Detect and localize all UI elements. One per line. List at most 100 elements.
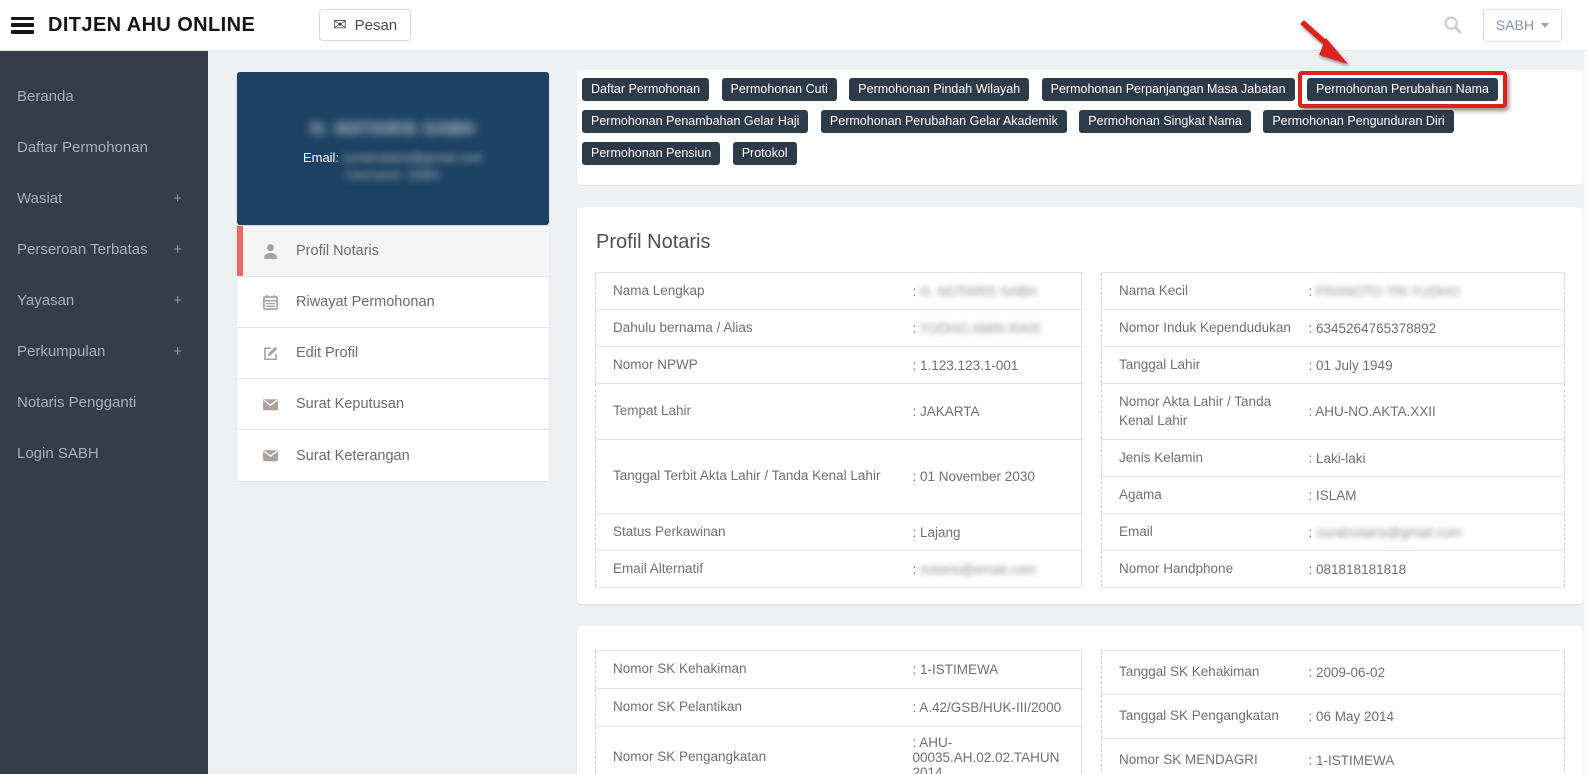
table-row: Email Alternatif notaris@email.com — [595, 550, 1082, 588]
table-row: Dahulu bernama / Alias YUDHO AMIN RAIS — [595, 309, 1082, 347]
caret-down-icon — [1541, 22, 1549, 28]
envelope-icon: ✉ — [333, 17, 347, 34]
table-row: Status Perkawinan Lajang — [595, 513, 1082, 551]
tab-badge[interactable]: Permohonan Singkat Nama — [1079, 110, 1251, 133]
table-row: Nomor SK MENDAGRI 1-ISTIMEWA — [1101, 738, 1565, 774]
table-row: Tempat Lahir JAKARTA — [595, 383, 1082, 440]
sidebar-item-label: Wasiat — [17, 190, 63, 207]
table-row: Nomor Akta Lahir / Tanda Kenal Lahir AHU… — [1101, 383, 1565, 440]
tab-badge[interactable]: Permohonan Cuti — [721, 78, 837, 101]
envelope-icon — [263, 398, 278, 410]
sidebar-item[interactable]: Beranda — [0, 71, 208, 122]
top-header: DITJEN AHU ONLINE ✉ Pesan SABH — [0, 0, 1588, 51]
table-row: Jenis Kelamin Laki-laki — [1101, 439, 1565, 477]
search-icon[interactable] — [1443, 15, 1463, 35]
tab-badge-wrap: Permohonan Perubahan Nama — [1297, 71, 1508, 108]
hamburger-icon[interactable] — [11, 16, 34, 34]
field-label: Nomor SK Pengangkatan — [595, 726, 913, 774]
tab-badge[interactable]: Permohonan Perubahan Nama — [1306, 78, 1499, 101]
profile-menu: Profil Notaris Riwayat Permohonan Edit P… — [237, 226, 549, 481]
sidebar-item-label: Daftar Permohonan — [17, 139, 148, 156]
field-value: 6345264765378892 — [1308, 309, 1565, 347]
profile-menu-item[interactable]: Surat Keterangan — [237, 430, 549, 481]
table-row: Agama ISLAM — [1101, 476, 1565, 514]
user-dropdown-button[interactable]: SABH — [1482, 8, 1562, 42]
tab-badge-wrap: Permohonan Cuti — [721, 78, 837, 101]
table-row: Nama Lengkap H. NOTARIS SABH — [595, 272, 1082, 310]
tab-badge-wrap: Permohonan Pensiun — [582, 142, 721, 165]
tab-badge[interactable]: Permohonan Pindah Wilayah — [849, 78, 1030, 101]
field-label: Email — [1101, 513, 1309, 551]
field-value: 01 November 2030 — [913, 440, 1082, 514]
tab-badge-wrap: Daftar Permohonan — [582, 78, 710, 101]
table-row: Email suratnotaris@gmail.com — [1101, 513, 1565, 551]
table-row: Nama Kecil PRANOTO TRI YUDHO — [1101, 272, 1565, 310]
profile-menu-label: Surat Keterangan — [296, 447, 410, 464]
menu-item-icon — [262, 243, 279, 260]
profile-menu-item[interactable]: Profil Notaris — [237, 226, 549, 277]
tab-badge-wrap: Permohonan Pindah Wilayah — [849, 78, 1030, 101]
scrollbar[interactable] — [1583, 51, 1588, 774]
field-label: Nomor NPWP — [595, 346, 913, 384]
right-column: Daftar Permohonan Permohonan Cuti Permoh… — [577, 70, 1583, 774]
field-label: Nomor Induk Kependudukan — [1101, 309, 1309, 347]
tab-row-3: Permohonan Pensiun Protokol — [582, 138, 1578, 170]
tab-row-2: Permohonan Penambahan Gelar Haji Permoho… — [582, 106, 1578, 138]
sidebar-item[interactable]: Daftar Permohonan — [0, 122, 208, 173]
field-label: Nomor SK Kehakiman — [595, 650, 913, 689]
field-label: Tanggal Terbit Akta Lahir / Tanda Kenal … — [595, 439, 913, 514]
profile-menu-label: Profil Notaris — [296, 243, 379, 259]
field-label: Nomor SK MENDAGRI — [1101, 738, 1309, 774]
pesan-button[interactable]: ✉ Pesan — [319, 9, 412, 41]
tab-badge[interactable]: Permohonan Pensiun — [582, 142, 721, 165]
profil-notaris-panel: Profil Notaris Nama Lengkap H. NOTARIS S… — [577, 207, 1583, 604]
sidebar-nav: Beranda Daftar Permohonan Wasiat + Perse… — [0, 51, 208, 774]
notary-name-blurred: H. NOTARIS SABH — [310, 119, 476, 138]
field-label: Nama Lengkap — [595, 272, 913, 310]
left-column: H. NOTARIS SABH Email: suratnotaris@gmai… — [237, 70, 549, 774]
profile-menu-item[interactable]: Edit Profil — [237, 328, 549, 379]
field-value: 081818181818 — [1308, 550, 1565, 588]
field-value: 2009-06-02 — [1308, 650, 1565, 695]
tab-badge[interactable]: Permohonan Perpanjangan Masa Jabatan — [1041, 78, 1295, 101]
pesan-label: Pesan — [354, 16, 398, 34]
tab-badge[interactable]: Permohonan Pengunduran Diri — [1263, 110, 1454, 133]
plus-expand-icon: + — [173, 343, 182, 360]
tab-badge[interactable]: Permohonan Perubahan Gelar Akademik — [820, 110, 1067, 133]
sidebar-item[interactable]: Perkumpulan + — [0, 326, 208, 377]
menu-item-icon — [262, 447, 279, 464]
field-label: Agama — [1101, 476, 1309, 514]
sidebar-item[interactable]: Yayasan + — [0, 275, 208, 326]
table-row: Tanggal Lahir 01 July 1949 — [1101, 346, 1565, 384]
menu-item-icon — [262, 294, 279, 311]
field-value: notaris@email.com — [913, 551, 1082, 588]
field-label: Tanggal SK Kehakiman — [1101, 650, 1309, 695]
profile-menu-label: Surat Keputusan — [296, 396, 405, 412]
sidebar-item-label: Perseroan Terbatas — [17, 241, 148, 258]
field-label: Status Perkawinan — [595, 513, 913, 551]
field-value: A.42/GSB/HUK-III/2000 — [913, 689, 1082, 727]
table-row: Nomor SK Kehakiman 1-ISTIMEWA — [595, 650, 1082, 689]
field-value: 1-ISTIMEWA — [1308, 738, 1565, 774]
sidebar-item[interactable]: Perseroan Terbatas + — [0, 224, 208, 275]
tab-badge[interactable]: Protokol — [732, 142, 797, 165]
table-row: Nomor SK Pelantikan A.42/GSB/HUK-III/200… — [595, 688, 1082, 727]
tab-badge[interactable]: Daftar Permohonan — [582, 78, 710, 101]
field-value: JAKARTA — [913, 384, 1082, 440]
profile-menu-item[interactable]: Surat Keputusan — [237, 379, 549, 430]
field-value: YUDHO AMIN RAIS — [913, 310, 1082, 347]
sidebar-item[interactable]: Login SABH — [0, 428, 208, 479]
tab-badge-wrap: Protokol — [732, 142, 797, 165]
sidebar-item-label: Yayasan — [17, 292, 75, 309]
profile-menu-item[interactable]: Riwayat Permohonan — [237, 277, 549, 328]
sk-table-right: Tanggal SK Kehakiman 2009-06-02 Tanggal … — [1101, 650, 1565, 774]
table-row: Nomor Induk Kependudukan 634526476537889… — [1101, 309, 1565, 347]
sidebar-item[interactable]: Notaris Pengganti — [0, 377, 208, 428]
tab-badge[interactable]: Permohonan Penambahan Gelar Haji — [582, 110, 809, 133]
sidebar-item[interactable]: Wasiat + — [0, 173, 208, 224]
user-label: SABH — [1495, 17, 1534, 33]
field-value: ISLAM — [1308, 476, 1565, 514]
tab-badge-wrap: Permohonan Penambahan Gelar Haji — [582, 110, 809, 133]
field-label: Dahulu bernama / Alias — [595, 309, 913, 347]
app-title: DITJEN AHU ONLINE — [48, 13, 256, 36]
